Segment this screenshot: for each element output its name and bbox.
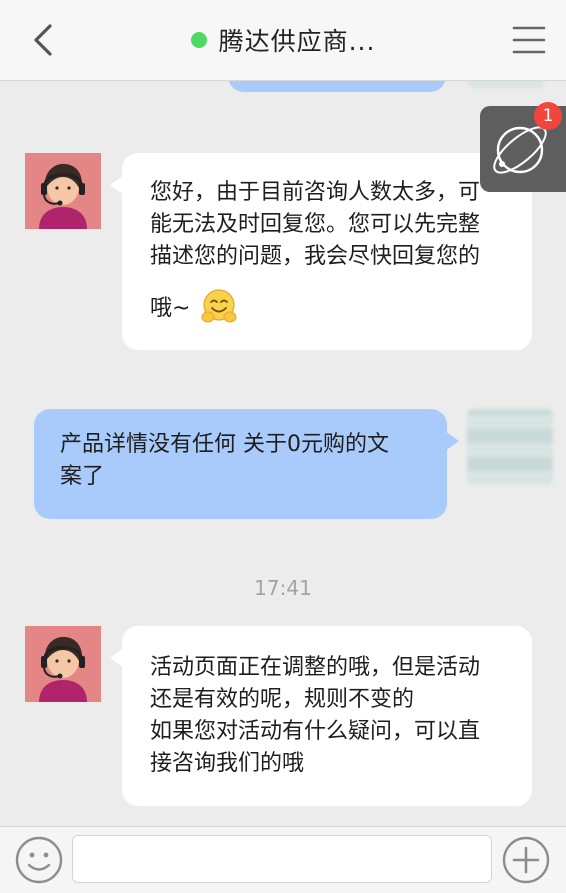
page-title: 腾达供应商... — [218, 27, 376, 56]
message-input[interactable] — [72, 835, 492, 883]
floating-browser-button[interactable]: 1 — [480, 102, 566, 192]
message-timestamp: 17:41 — [254, 576, 312, 600]
menu-icon[interactable] — [512, 24, 546, 56]
message-text-line: 能无法及时回复您。您可以先完整 — [150, 212, 481, 237]
message-text-line: 活动页面正在调整的哦，但是活动 — [150, 655, 481, 680]
message-text-line: 接咨询我们的哦 — [150, 751, 305, 776]
smiley-icon[interactable] — [14, 835, 64, 885]
message-text-line: 如果您对活动有什么疑问，可以直 — [150, 719, 481, 744]
plus-circle-icon[interactable] — [501, 835, 551, 885]
message-text-line: 产品详情没有任何 关于0元购的文 — [60, 432, 389, 457]
user-avatar[interactable] — [467, 409, 553, 485]
message-text-line: 还是有效的呢，规则不变的 — [150, 687, 415, 712]
message-text-line: 您好，由于目前咨询人数太多，可 — [150, 180, 481, 205]
user-avatar-previous — [468, 80, 544, 88]
message-text-line: 哦~ — [150, 287, 506, 327]
headset-agent-icon — [25, 153, 101, 229]
agent-message-bubble: 活动页面正在调整的哦，但是活动 还是有效的呢，规则不变的 如果您对活动有什么疑问… — [110, 626, 532, 806]
user-message-bubble: 产品详情没有任何 关于0元购的文 案了 — [34, 409, 459, 519]
agent-avatar[interactable] — [25, 626, 101, 702]
message-text: 哦~ — [150, 296, 191, 321]
notification-badge: 1 — [534, 102, 562, 130]
input-bar — [0, 826, 566, 893]
agent-message-bubble: 您好，由于目前咨询人数太多，可 能无法及时回复您。您可以先完整 描述您的问题，我… — [110, 153, 532, 350]
chat-header: 腾达供应商... — [0, 0, 566, 81]
online-status-icon — [190, 32, 207, 48]
message-text-line: 案了 — [60, 464, 105, 489]
message-text-line: 描述您的问题，我会尽快回复您的 — [150, 244, 481, 269]
hugging-face-emoji-icon — [201, 289, 237, 323]
previous-message-bubble — [228, 80, 446, 92]
header-title-group: 腾达供应商... — [0, 0, 566, 80]
agent-avatar[interactable] — [25, 153, 101, 229]
headset-agent-icon — [25, 626, 101, 702]
